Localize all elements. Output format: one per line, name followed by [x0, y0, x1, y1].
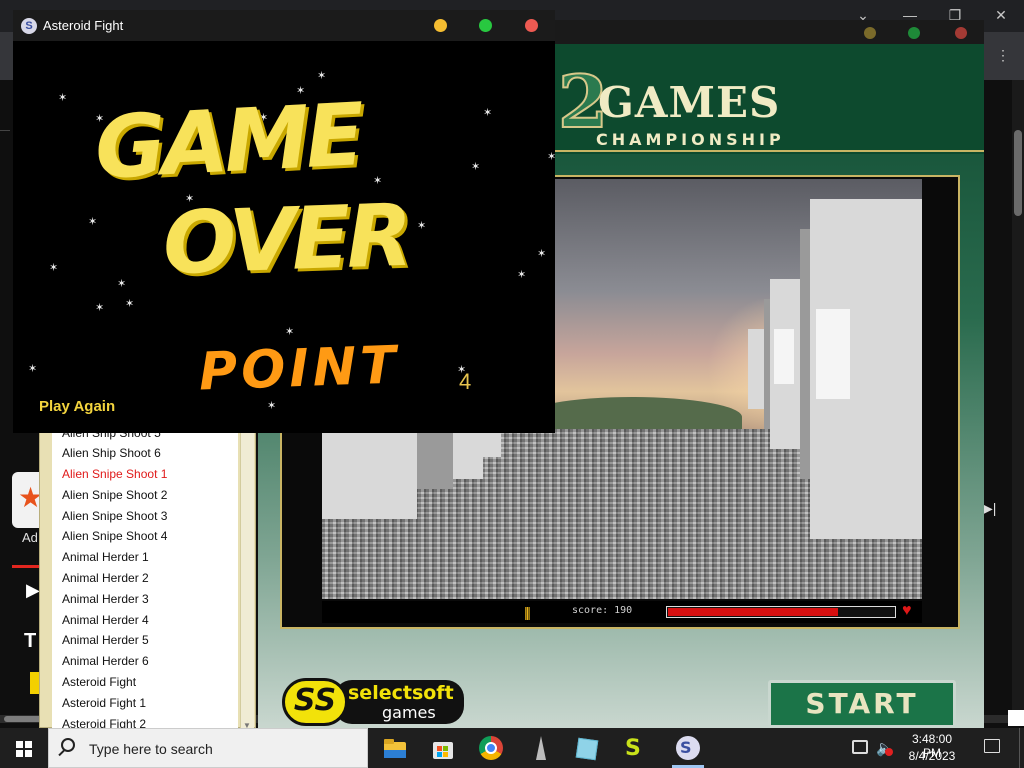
taskbar-app-microsoft-store[interactable]: [419, 728, 467, 768]
system-tray: 🔈 3:48:00 PM 8/4/2023: [846, 728, 1024, 768]
game-over-heading-line2: OVER: [161, 185, 411, 295]
file-explorer-icon: [383, 736, 407, 760]
star-icon: ✶: [285, 326, 295, 338]
maximize-button[interactable]: [479, 19, 492, 32]
game-list-item[interactable]: Animal Herder 1: [62, 550, 149, 570]
star-icon: ✶: [28, 363, 38, 375]
show-desktop-button[interactable]: [1019, 728, 1024, 768]
game-list-item[interactable]: Alien Snipe Shoot 1: [62, 467, 167, 487]
health-bar-fill: [668, 608, 838, 616]
scene-wall: [748, 329, 764, 409]
star-icon: ✶: [517, 269, 527, 281]
star-icon: ✶: [537, 248, 547, 260]
taskbar-app-file-explorer[interactable]: [371, 728, 419, 768]
clock-date[interactable]: 8/4/2023: [904, 749, 960, 763]
logo-title: GAMES: [598, 78, 781, 127]
publisher-subname: games: [382, 703, 436, 722]
taskbar-app-ice-cube-app[interactable]: [563, 728, 611, 768]
play-icon[interactable]: ▶: [26, 580, 40, 601]
asteroid-game-canvas[interactable]: ✶ ✶ ✶ ✶ ✶ ✶ ✶ ✶ ✶ ✶ ✶ ✶ ✶ ✶ ✶ ✶ ✶ ✶ ✶ ✶ …: [13, 41, 555, 433]
minimize-button[interactable]: [434, 19, 447, 32]
ice-cube-app-icon: [575, 736, 599, 761]
close-button[interactable]: [525, 19, 538, 32]
point-label: POINT: [198, 335, 401, 403]
game-list-item[interactable]: Animal Herder 6: [62, 654, 149, 674]
windows-taskbar: Type here to search S S 🔈 3:48:00 PM 8/4/…: [0, 728, 1024, 768]
game-over-heading: GAME: [92, 85, 363, 199]
taskbar-app-selectsoft-app[interactable]: S: [611, 728, 659, 768]
ammo-indicator: |||: [524, 604, 531, 620]
microsoft-store-icon: [431, 736, 455, 760]
star-icon: ✶: [267, 400, 277, 412]
skip-next-icon[interactable]: ▶|: [982, 500, 996, 517]
star-icon: ✶: [373, 175, 383, 187]
asteroid-fight-window: S Asteroid Fight ✶ ✶ ✶ ✶ ✶ ✶ ✶ ✶ ✶ ✶ ✶ ✶…: [13, 10, 555, 433]
logo-subtitle: CHAMPIONSHIP: [596, 130, 785, 149]
game-list-item[interactable]: Animal Herder 3: [62, 592, 149, 612]
window-title: Asteroid Fight: [43, 18, 124, 33]
taskbar-app-drill-app[interactable]: [515, 728, 563, 768]
play-again-button[interactable]: Play Again: [39, 398, 115, 415]
star-icon: ✶: [317, 70, 327, 82]
championship-maximize-button[interactable]: [908, 27, 920, 39]
game-list-item[interactable]: Alien Snipe Shoot 4: [62, 529, 167, 549]
star-icon: ✶: [58, 92, 68, 104]
star-icon: ✶: [547, 151, 555, 163]
game-list-item[interactable]: Alien Snipe Shoot 2: [62, 488, 167, 508]
point-value: 4: [459, 369, 472, 394]
app-swirl-icon: S: [21, 18, 37, 34]
browser-close-button[interactable]: ✕: [986, 4, 1016, 26]
game-list[interactable]: Alien Ship Shoot 5 Alien Ship Shoot 6 Alie…: [52, 431, 238, 729]
selectsoft-app-icon: S: [625, 736, 641, 761]
selectsoft-badge: SS: [282, 678, 348, 726]
star-icon: ✶: [471, 161, 481, 173]
video-progress-bar[interactable]: [12, 565, 40, 568]
windows-start-button[interactable]: [0, 728, 48, 768]
championship-minimize-button[interactable]: [864, 27, 876, 39]
star-icon: ✶: [49, 262, 59, 274]
game-list-item[interactable]: Alien Ship Shoot 6: [62, 446, 161, 466]
game-list-scrollbar[interactable]: ▼: [240, 431, 254, 730]
star-icon: ✶: [483, 107, 493, 119]
championship-close-button[interactable]: [955, 27, 967, 39]
asteroid-title-bar: S Asteroid Fight: [13, 10, 555, 41]
network-icon[interactable]: [852, 740, 868, 754]
game-list-item[interactable]: Asteroid Fight: [62, 675, 136, 695]
page-scrollbar-thumb[interactable]: [1014, 130, 1022, 216]
taskbar-app-swirl-app[interactable]: S: [664, 728, 712, 768]
star-icon: ✶: [88, 216, 98, 228]
game-list-item[interactable]: Asteroid Fight 1: [62, 696, 146, 716]
heart-icon: ♥: [902, 602, 912, 619]
chrome-icon: [479, 736, 503, 760]
swirl-app-icon: S: [676, 736, 700, 760]
search-placeholder: Type here to search: [89, 741, 213, 757]
browser-menu-icon[interactable]: ⋮: [988, 44, 1018, 66]
game-list-item[interactable]: Animal Herder 5: [62, 633, 149, 653]
star-icon: ✶: [117, 278, 127, 290]
notification-icon[interactable]: [984, 739, 1000, 753]
star-icon: ✶: [95, 302, 105, 314]
star-icon: ✶: [417, 220, 427, 232]
video-title-fragment: T: [24, 630, 37, 652]
health-bar: [666, 606, 896, 618]
game-list-item[interactable]: Alien Snipe Shoot 3: [62, 509, 167, 529]
windows-logo-icon: [16, 741, 23, 748]
taskbar-app-chrome[interactable]: [467, 728, 515, 768]
score-readout: score: 190: [572, 605, 633, 616]
selectsoft-logo: SS selectsoft games: [282, 676, 466, 728]
game-list-panel: Alien Ship Shoot 5 Alien Ship Shoot 6 Alie…: [39, 430, 256, 730]
taskbar-search-box[interactable]: Type here to search: [48, 728, 368, 768]
star-icon: ✶: [125, 298, 135, 310]
game-list-item[interactable]: Alien Ship Shoot 5: [62, 431, 161, 446]
ad-label: Ad: [22, 530, 38, 545]
drill-app-icon: [527, 736, 551, 760]
publisher-name: selectsoft: [348, 682, 454, 704]
game-hud: ||| score: 190 ♥: [322, 601, 922, 623]
start-button[interactable]: START: [768, 680, 956, 728]
game-list-item[interactable]: Animal Herder 2: [62, 571, 149, 591]
game-list-item[interactable]: Animal Herder 4: [62, 613, 149, 633]
